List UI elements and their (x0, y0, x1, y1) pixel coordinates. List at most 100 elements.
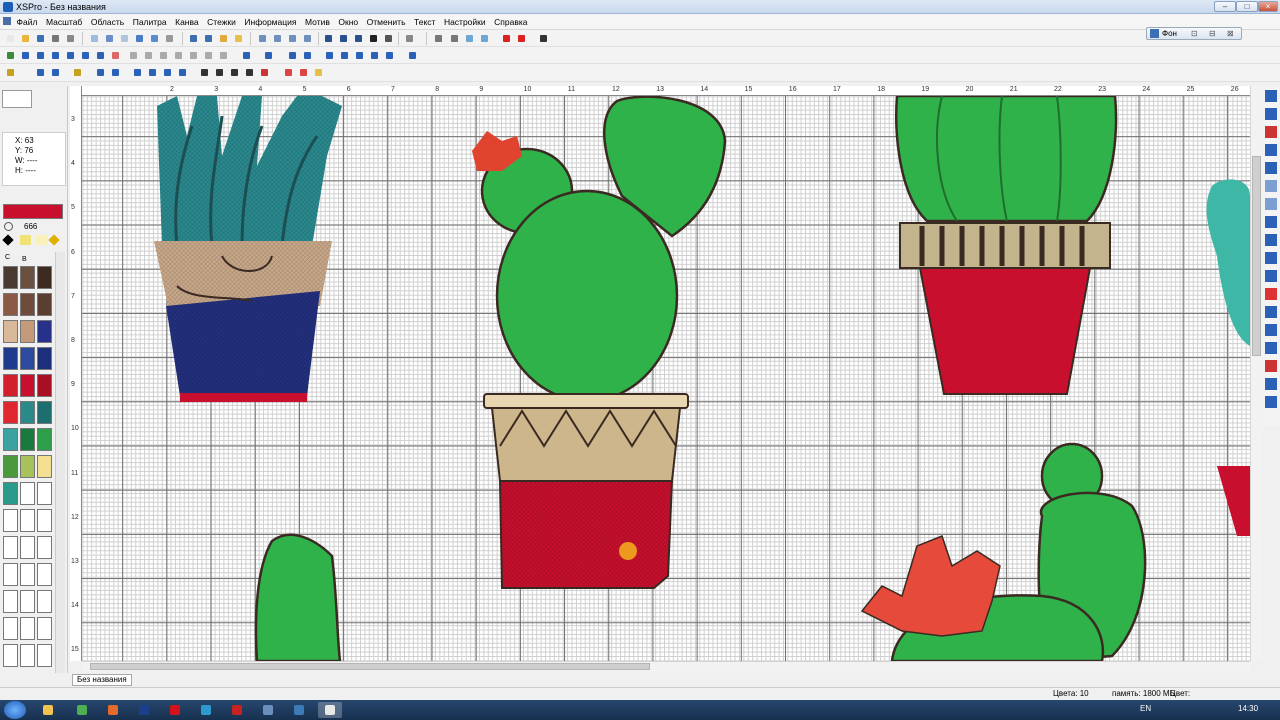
stitch-type-icon[interactable] (1265, 198, 1277, 210)
app-taskbar-icon[interactable] (287, 702, 311, 718)
menu-stitches[interactable]: Стежки (204, 14, 239, 27)
menu-help[interactable]: Справка (491, 14, 530, 27)
palette-swatch[interactable] (3, 482, 18, 505)
vertical-scrollbar[interactable] (1250, 86, 1262, 661)
pan-icon[interactable] (217, 32, 230, 45)
palette-swatch-empty[interactable] (3, 509, 18, 532)
tool-icon[interactable] (34, 49, 47, 62)
stitch-type-icon[interactable] (1265, 234, 1277, 246)
minimize-button[interactable]: – (1214, 1, 1236, 12)
tool-icon[interactable] (338, 49, 351, 62)
print-icon[interactable] (49, 32, 62, 45)
palette-swatch[interactable] (20, 428, 35, 451)
palette-swatch-empty[interactable] (37, 590, 52, 613)
tool-icon[interactable] (312, 66, 325, 79)
palette-swatch-empty[interactable] (37, 617, 52, 640)
tool-icon[interactable] (187, 49, 200, 62)
tool-icon[interactable] (228, 66, 241, 79)
palette-scrollbar[interactable] (55, 252, 65, 680)
vertical-scroll-thumb[interactable] (1252, 156, 1261, 356)
palette-swatch[interactable] (20, 266, 35, 289)
french-knot-icon[interactable] (146, 66, 159, 79)
palette-swatch-empty[interactable] (3, 590, 18, 613)
palette-swatch[interactable] (37, 455, 52, 478)
stitch-type-icon[interactable] (1265, 378, 1277, 390)
tool-icon[interactable] (383, 49, 396, 62)
palette-swatch[interactable] (37, 347, 52, 370)
palette-swatch-empty[interactable] (3, 536, 18, 559)
menu-area[interactable]: Область (88, 14, 127, 27)
stitch-type-icon[interactable] (1265, 144, 1277, 156)
palette-swatch[interactable] (37, 320, 52, 343)
palette-swatch[interactable] (20, 374, 35, 397)
palette-swatch[interactable] (37, 293, 52, 316)
document-tab[interactable]: Без названия (72, 674, 132, 686)
grid-small-icon[interactable] (256, 32, 269, 45)
view-stitches-icon[interactable] (322, 32, 335, 45)
exit-icon[interactable] (537, 32, 550, 45)
lasso-icon[interactable] (118, 32, 131, 45)
tool-icon[interactable] (368, 49, 381, 62)
current-color-swatch[interactable] (3, 204, 63, 219)
palette-swatch-empty[interactable] (37, 563, 52, 586)
line-stitch-icon[interactable] (109, 66, 122, 79)
pencil-icon[interactable] (103, 32, 116, 45)
stitch-type-icon[interactable] (1265, 126, 1277, 138)
stitch-type-icon[interactable] (1265, 342, 1277, 354)
settings-dropdown-icon[interactable] (403, 32, 416, 45)
tool-icon[interactable] (353, 49, 366, 62)
palette-swatch-empty[interactable] (3, 644, 18, 667)
zoom-out-icon[interactable] (478, 32, 491, 45)
zoom-window-icon[interactable] (187, 32, 200, 45)
palette-swatch-empty[interactable] (20, 509, 35, 532)
tool-icon[interactable] (142, 49, 155, 62)
palette-swatch[interactable] (37, 374, 52, 397)
menu-info[interactable]: Информация (241, 14, 299, 27)
zoom-fit-icon[interactable] (202, 32, 215, 45)
palette-swatch-empty[interactable] (20, 536, 35, 559)
half-stitch-icon[interactable] (49, 66, 62, 79)
tool-icon[interactable] (127, 49, 140, 62)
app-taskbar-icon[interactable] (256, 702, 280, 718)
background-button[interactable]: Фон ⊡ ⊟ ⊠ (1146, 27, 1242, 40)
palette-swatch-empty[interactable] (3, 617, 18, 640)
stitch-type-icon[interactable] (1265, 90, 1277, 102)
stitch-type-icon[interactable] (1265, 324, 1277, 336)
menu-palette[interactable]: Палитра (130, 14, 170, 27)
select-rect-icon[interactable] (88, 32, 101, 45)
explorer-taskbar-icon[interactable] (36, 702, 60, 718)
palette-swatch-empty[interactable] (20, 563, 35, 586)
firefox-taskbar-icon[interactable] (101, 702, 125, 718)
palette-swatch[interactable] (20, 401, 35, 424)
tool-icon[interactable] (297, 66, 310, 79)
chrome-taskbar-icon[interactable] (70, 702, 94, 718)
maximize-button[interactable]: □ (1236, 1, 1258, 12)
palette-swatch-empty[interactable] (37, 644, 52, 667)
cross-stitch-icon[interactable] (34, 66, 47, 79)
swatch-icon[interactable] (20, 235, 31, 245)
palette-swatch[interactable] (3, 455, 18, 478)
navigator-thumbnail[interactable] (2, 90, 32, 108)
open-folder-icon[interactable] (19, 32, 32, 45)
grid-medium-icon[interactable] (271, 32, 284, 45)
palette-swatch[interactable] (37, 428, 52, 451)
menu-file[interactable]: Файл (14, 14, 41, 27)
needle-icon[interactable] (4, 66, 17, 79)
clock[interactable]: 14:30 (1238, 704, 1258, 713)
tool-icon[interactable] (217, 49, 230, 62)
start-button[interactable] (4, 701, 26, 719)
tool-icon[interactable] (19, 49, 32, 62)
tool-icon[interactable] (161, 66, 174, 79)
palette-swatch-empty[interactable] (37, 509, 52, 532)
app-taskbar-icon[interactable] (132, 702, 156, 718)
palette-swatch[interactable] (3, 293, 18, 316)
paste-icon[interactable] (163, 32, 176, 45)
tool-icon[interactable] (258, 66, 271, 79)
view-symbols-icon[interactable] (337, 32, 350, 45)
tool-icon[interactable] (243, 66, 256, 79)
text-tool-icon[interactable] (79, 49, 92, 62)
copy-icon[interactable] (148, 32, 161, 45)
view-fill-icon[interactable] (367, 32, 380, 45)
palette-swatch[interactable] (3, 401, 18, 424)
stitch-type-icon[interactable] (1265, 108, 1277, 120)
